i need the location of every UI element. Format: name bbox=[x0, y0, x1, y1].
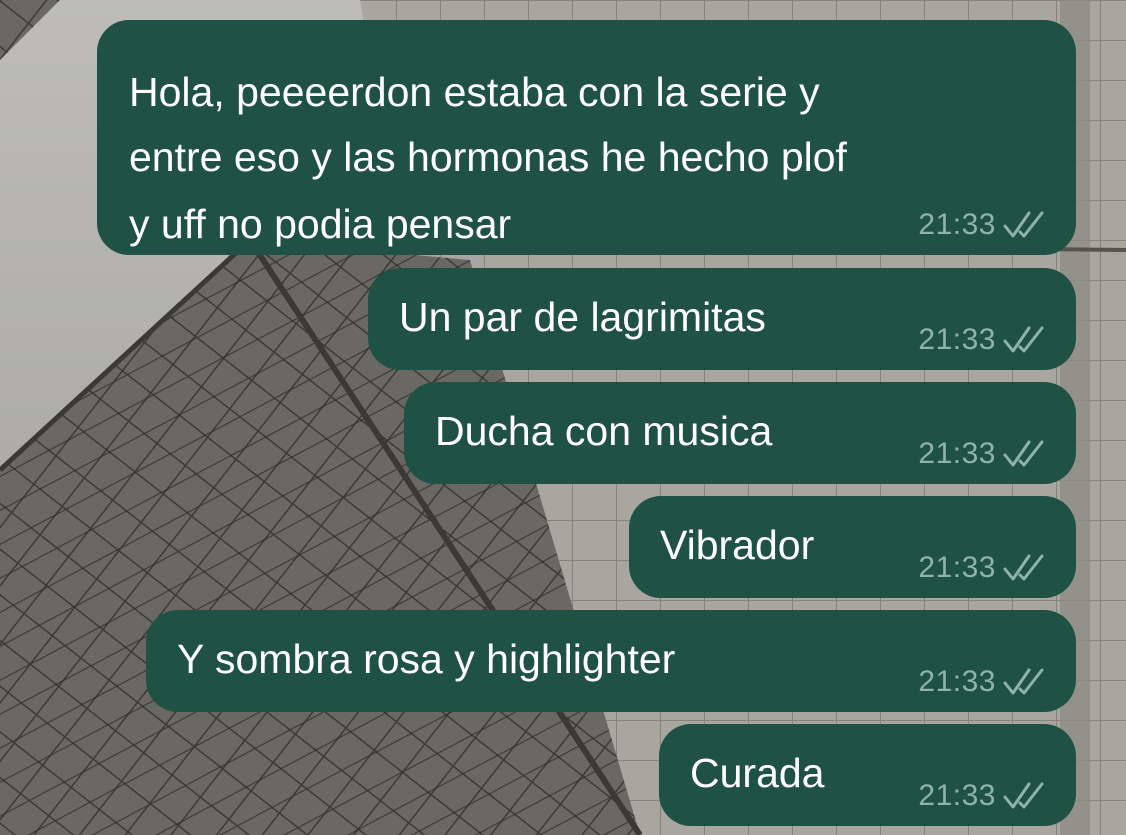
message-meta: 21:33 bbox=[918, 665, 1046, 699]
message-timestamp: 21:33 bbox=[918, 665, 996, 698]
message-text-line: Un par de lagrimitas bbox=[399, 294, 766, 340]
message-bubble[interactable]: Ducha con musica 21:33 bbox=[404, 382, 1076, 484]
message-timestamp: 21:33 bbox=[918, 323, 996, 356]
message-text-line: y uff no podia pensar bbox=[129, 201, 512, 247]
message-meta: 21:33 bbox=[918, 323, 1046, 357]
message-bubble[interactable]: Vibrador 21:33 bbox=[629, 496, 1076, 598]
message-text-line: Y sombra rosa y highlighter bbox=[177, 636, 676, 682]
message-text-line: Hola, peeeerdon estaba con la serie y bbox=[129, 69, 820, 115]
message-bubble[interactable]: Un par de lagrimitas 21:33 bbox=[368, 268, 1076, 370]
message-bubble[interactable]: Hola, peeeerdon estaba con la serie y en… bbox=[97, 20, 1076, 255]
message-text-line: entre eso y las hormonas he hecho plof bbox=[129, 134, 847, 180]
message-text-line: Vibrador bbox=[660, 522, 815, 568]
message-meta: 21:33 bbox=[918, 551, 1046, 585]
message-bubble[interactable]: Y sombra rosa y highlighter 21:33 bbox=[146, 610, 1076, 712]
double-check-icon bbox=[1003, 211, 1044, 238]
double-check-icon bbox=[1003, 326, 1044, 353]
double-check-icon bbox=[1003, 668, 1044, 695]
double-check-icon bbox=[1003, 440, 1044, 467]
double-check-icon bbox=[1003, 782, 1044, 809]
message-bubble[interactable]: Curada 21:33 bbox=[659, 724, 1076, 826]
message-text-line: Curada bbox=[690, 750, 825, 796]
message-meta: 21:33 bbox=[918, 208, 1046, 242]
message-timestamp: 21:33 bbox=[918, 208, 996, 241]
double-check-icon bbox=[1003, 554, 1044, 581]
message-timestamp: 21:33 bbox=[918, 551, 996, 584]
message-timestamp: 21:33 bbox=[918, 779, 996, 812]
message-timestamp: 21:33 bbox=[918, 437, 996, 470]
message-text-line: Ducha con musica bbox=[435, 408, 773, 454]
message-list[interactable]: Hola, peeeerdon estaba con la serie y en… bbox=[0, 0, 1126, 835]
message-meta: 21:33 bbox=[918, 437, 1046, 471]
message-meta: 21:33 bbox=[918, 779, 1046, 813]
